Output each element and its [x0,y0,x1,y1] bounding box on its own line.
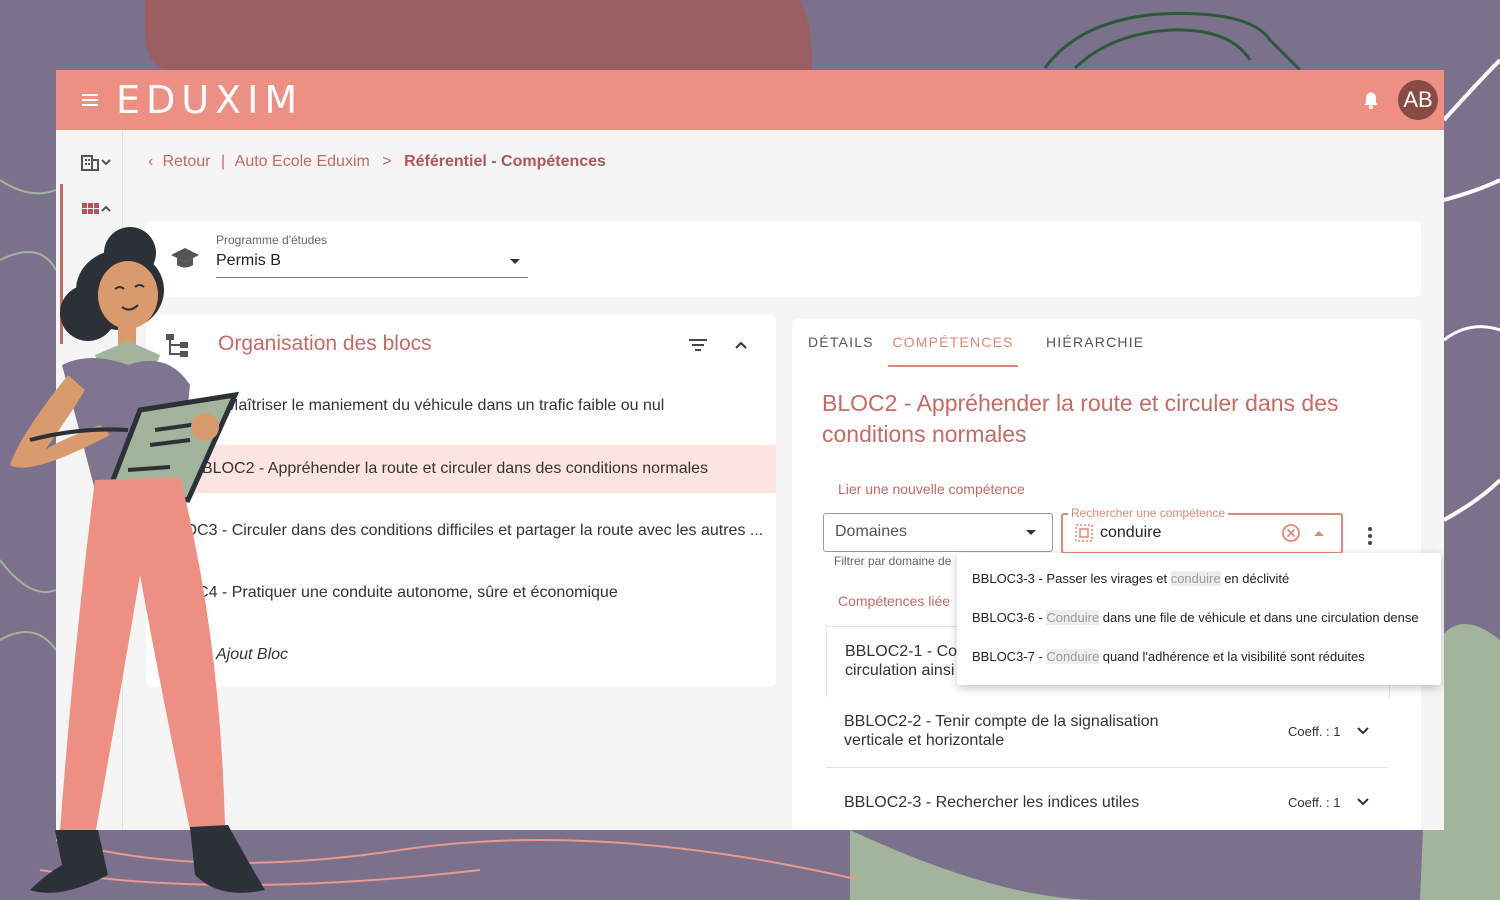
option-prefix: BBLOC3-7 - [972,649,1047,664]
competence-item[interactable]: BBLOC2-2 - Tenir compte de la signalisat… [826,697,1388,768]
breadcrumb: ‹ Retour | Auto Ecole Eduxim > Référenti… [148,152,606,172]
search-option[interactable]: BBLOC3-6 - Conduire dans une file de véh… [972,610,1419,625]
domain-select[interactable]: Domaines [823,513,1053,552]
tab-hierarchie[interactable]: HIÉRARCHIE [1046,319,1144,365]
breadcrumb-separator: | [220,153,226,170]
bloc-heading: BLOC2 - Appréhender la route et circuler… [822,390,1339,447]
breadcrumb-current: Référentiel - Compétences [404,153,606,170]
chevron-down-icon[interactable] [1356,795,1370,809]
chevron-left-icon[interactable]: ‹ [148,152,158,172]
menu-icon[interactable] [80,90,100,110]
chevron-up-icon[interactable] [734,338,748,352]
bloc-item-label: Maîtriser le maniement du véhicule dans … [225,397,665,414]
domain-select-value: Domaines [835,523,908,540]
search-results-dropdown: BBLOC3-3 - Passer les virages et conduir… [957,553,1441,685]
back-link[interactable]: Retour [162,153,210,170]
domain-hint: Filtrer par domaine de [834,554,952,568]
option-suffix: en déclivité [1220,571,1290,586]
search-option[interactable]: BBLOC3-7 - Conduire quand l'adhérence et… [972,649,1365,664]
competence-coeff: Coeff. : 1 [1288,795,1341,810]
option-prefix: BBLOC3-3 - Passer les virages et [972,571,1171,586]
caret-down-icon [1026,530,1036,535]
option-suffix: quand l'adhérence et la visibilité sont … [1099,649,1365,664]
bell-icon[interactable] [1361,90,1381,110]
more-vert-icon[interactable] [1366,525,1374,547]
option-prefix: BBLOC3-6 - [972,610,1047,625]
competence-title: BBLOC2-3 - Rechercher les indices utiles [844,794,1140,811]
clear-icon[interactable] [1281,523,1301,543]
tab-details[interactable]: DÉTAILS [808,319,874,365]
competence-title: BBLOC2-2 - Tenir compte de la signalisat… [844,713,1159,749]
building-icon[interactable] [80,152,114,172]
option-match: Conduire [1046,649,1100,664]
chevron-down-icon[interactable] [1356,724,1370,738]
caret-up-icon[interactable] [1313,528,1325,538]
user-avatar[interactable]: AB [1398,80,1438,120]
app-logo: EDUXIM [116,78,304,122]
option-suffix: dans une file de véhicule et dans une ci… [1099,610,1419,625]
breadcrumb-arrow: > [382,153,392,170]
tab-competences[interactable]: COMPÉTENCES [888,319,1018,367]
link-competence-label: Lier une nouvelle compétence [838,481,1025,497]
option-match: conduire [1170,571,1221,586]
top-bar: EDUXIM AB [56,70,1444,130]
filter-icon[interactable] [688,337,708,353]
search-option[interactable]: BBLOC3-3 - Passer les virages et conduir… [972,571,1289,586]
competence-item[interactable]: BBLOC2-3 - Rechercher les indices utiles… [826,768,1388,830]
select-area-icon [1075,524,1093,542]
caret-down-icon [510,259,520,264]
person-illustration [10,227,265,893]
competence-coeff: Coeff. : 1 [1288,724,1341,739]
option-match: Conduire [1046,610,1100,625]
search-legend: Rechercher une compétence [1068,506,1229,520]
search-value: conduire [1100,524,1162,541]
breadcrumb-school[interactable]: Auto Ecole Eduxim [235,153,370,170]
linked-competences-label: Compétences liée [838,593,951,609]
